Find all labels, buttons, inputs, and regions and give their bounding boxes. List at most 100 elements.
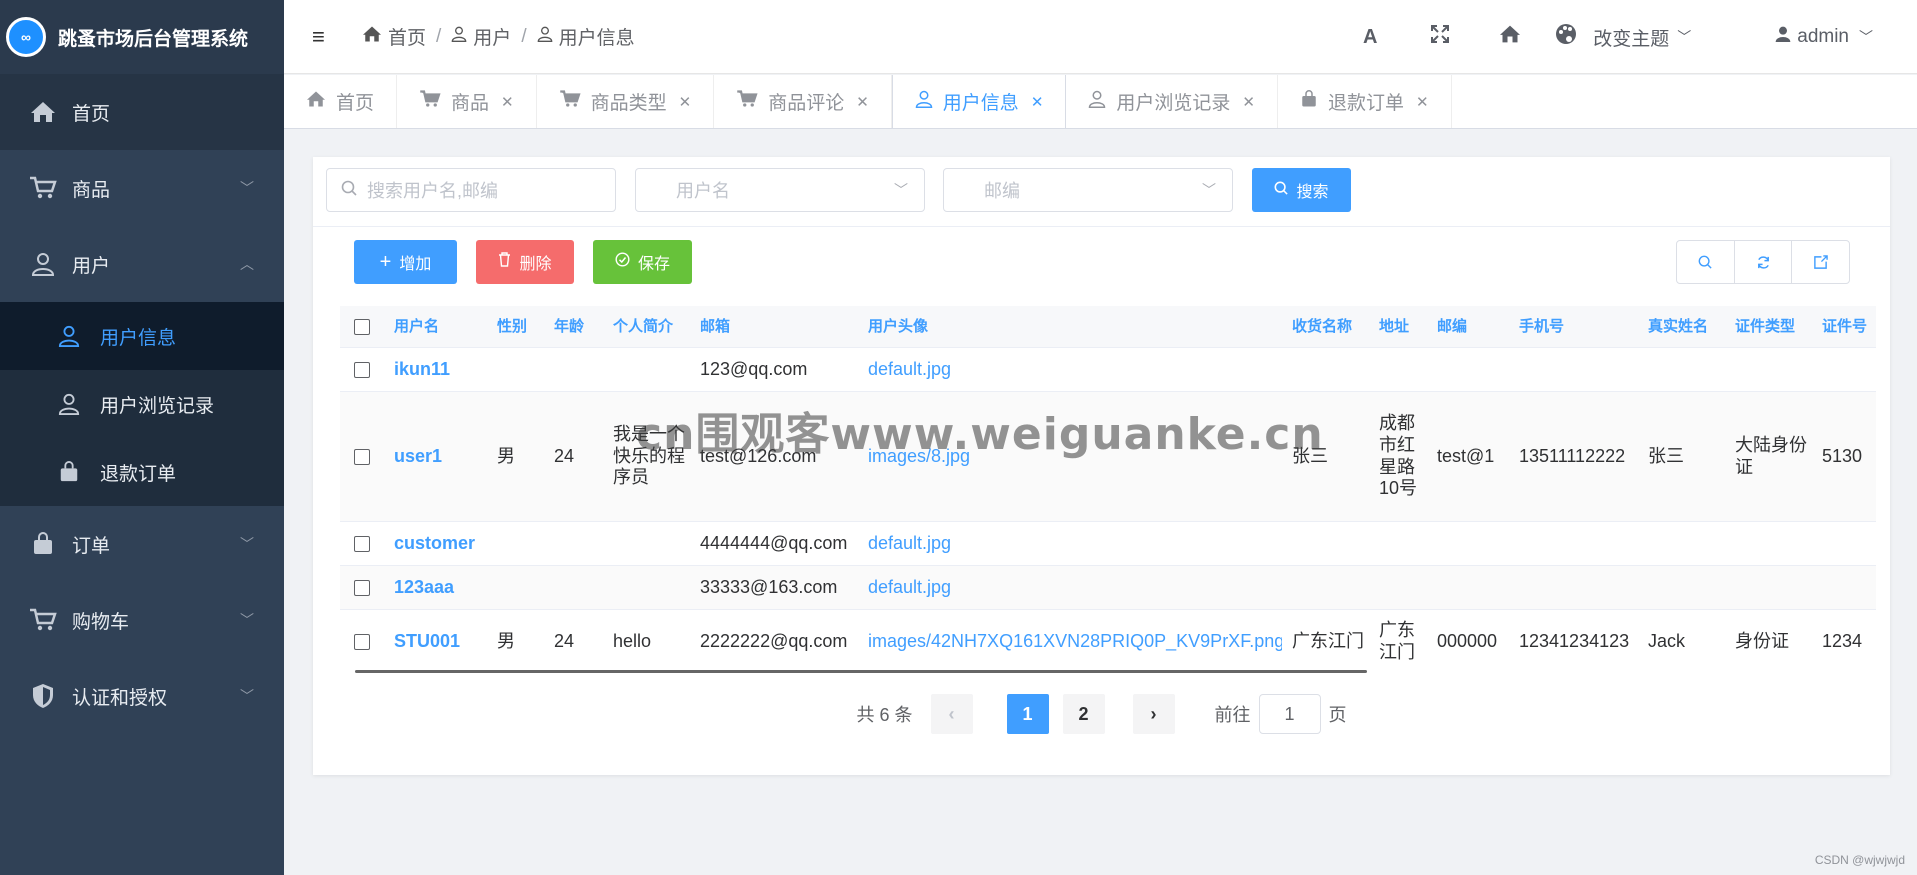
page-1-button[interactable]: 1: [1006, 694, 1049, 734]
cart-icon: [28, 175, 58, 201]
keyword-search-input[interactable]: 搜索用户名,邮编: [326, 168, 616, 212]
zipcode-select[interactable]: 邮编 ﹀: [943, 168, 1233, 212]
breadcrumb-user[interactable]: 用户: [473, 23, 511, 50]
delete-button[interactable]: 删除: [476, 240, 574, 284]
user-dropdown[interactable]: admin ﹀: [1775, 25, 1873, 49]
column-header[interactable]: 邮箱: [690, 318, 858, 336]
tab-goods[interactable]: 商品 ✕: [397, 75, 537, 128]
add-button[interactable]: + 增加: [354, 240, 457, 284]
tab-user-info[interactable]: 用户信息 ✕: [891, 75, 1067, 128]
fullscreen-icon[interactable]: [1405, 25, 1475, 49]
sidebar-item-user[interactable]: 用户 ︿: [0, 226, 284, 302]
table-row[interactable]: customer 4444444@qq.com default.jpg: [340, 522, 1876, 566]
cell-id-type: 身份证: [1735, 631, 1789, 652]
close-icon[interactable]: ✕: [1242, 93, 1255, 111]
theme-dropdown[interactable]: 改变主题 ﹀: [1555, 23, 1691, 51]
search-button[interactable]: 搜索: [1252, 168, 1351, 212]
sidebar-item-label: 购物车: [72, 611, 130, 633]
cell-avatar-link[interactable]: default.jpg: [858, 577, 1282, 599]
tab-goods-type[interactable]: 商品类型 ✕: [537, 75, 715, 128]
username-select[interactable]: 用户名 ﹀: [635, 168, 925, 212]
column-header[interactable]: 个人简介: [603, 318, 690, 336]
sidebar-item-goods[interactable]: 商品 ﹀: [0, 150, 284, 226]
row-checkbox[interactable]: [354, 535, 370, 552]
font-size-icon[interactable]: A: [1335, 26, 1405, 49]
home-icon: [362, 25, 382, 49]
column-header[interactable]: 用户名: [384, 318, 487, 336]
export-icon[interactable]: [1792, 241, 1849, 283]
tab-browse-history[interactable]: 用户浏览记录 ✕: [1066, 75, 1278, 128]
cell-avatar-link[interactable]: default.jpg: [858, 533, 1282, 555]
prev-page-button[interactable]: ‹: [930, 694, 973, 734]
table-horizontal-scrollbar[interactable]: [355, 670, 1367, 673]
row-checkbox[interactable]: [354, 579, 370, 596]
column-header[interactable]: 年龄: [544, 318, 603, 336]
chevron-down-icon: ﹀: [240, 688, 254, 704]
column-header[interactable]: 性别: [487, 318, 544, 336]
tab-home[interactable]: 首页: [284, 75, 398, 128]
tab-refund-orders[interactable]: 退款订单 ✕: [1278, 75, 1452, 128]
user-table: 用户名 性别 年龄 个人简介 邮箱 用户头像 收货名称 地址 邮编 手机号 真实…: [340, 306, 1876, 674]
chevron-down-icon: ﹀: [240, 536, 254, 552]
hamburger-icon[interactable]: ≡: [312, 24, 352, 50]
close-icon[interactable]: ✕: [1416, 93, 1429, 111]
column-header[interactable]: 地址: [1369, 318, 1427, 336]
logo[interactable]: ∞ 跳蚤市场后台管理系统: [0, 0, 284, 74]
column-header[interactable]: 真实姓名: [1638, 318, 1725, 336]
user-label: admin: [1797, 26, 1849, 47]
table-row[interactable]: 123aaa 33333@163.com default.jpg: [340, 566, 1876, 610]
sidebar-item-shopping-cart[interactable]: 购物车 ﹀: [0, 582, 284, 658]
table-row[interactable]: ikun11 123@qq.com default.jpg: [340, 348, 1876, 392]
sidebar-item-home[interactable]: 首页: [0, 74, 284, 150]
chevron-down-icon: ﹀: [1677, 29, 1692, 45]
refresh-icon[interactable]: [1735, 241, 1793, 283]
username-placeholder: 用户名: [676, 181, 730, 201]
column-header[interactable]: 证件号: [1812, 318, 1876, 336]
sidebar-subitem-browse-history[interactable]: 用户浏览记录: [0, 370, 284, 438]
cell-email: 2222222@qq.com: [700, 631, 848, 652]
credit-text: CSDN @wjwjwjd: [1814, 853, 1905, 867]
cell-avatar-link[interactable]: images/42NH7XQ161XVN28PRIQ0P_KV9PrXF.png: [858, 631, 1282, 653]
add-button-label: 增加: [399, 256, 432, 273]
tab-label: 用户浏览记录: [1116, 93, 1231, 114]
close-icon[interactable]: ✕: [856, 93, 869, 111]
breadcrumb-home[interactable]: 首页: [388, 23, 426, 50]
cart-icon: [559, 89, 581, 114]
sidebar-item-label: 认证和授权: [72, 687, 168, 709]
goto-page-input[interactable]: 1: [1258, 694, 1321, 734]
close-icon[interactable]: ✕: [1031, 93, 1044, 111]
home-icon[interactable]: [1475, 24, 1545, 50]
page-2-button[interactable]: 2: [1062, 694, 1105, 734]
user-icon: [451, 25, 467, 49]
user-icon: [537, 25, 553, 49]
row-checkbox[interactable]: [354, 361, 370, 378]
sidebar-subitem-user-info[interactable]: 用户信息: [0, 302, 284, 370]
cell-age: 24: [554, 445, 575, 466]
next-page-button[interactable]: ›: [1132, 694, 1175, 734]
column-header[interactable]: 手机号: [1509, 318, 1638, 336]
column-header[interactable]: 邮编: [1427, 318, 1509, 336]
row-checkbox[interactable]: [354, 448, 370, 465]
column-header[interactable]: 用户头像: [858, 318, 1282, 336]
cell-phone: 13511112222: [1519, 445, 1626, 466]
row-checkbox[interactable]: [354, 634, 370, 650]
select-all-checkbox[interactable]: [354, 318, 370, 335]
save-button[interactable]: 保存: [593, 240, 692, 284]
shield-icon: [28, 683, 58, 709]
chevron-down-icon: ﹀: [1202, 182, 1216, 198]
sidebar-item-orders[interactable]: 订单 ﹀: [0, 506, 284, 582]
column-header[interactable]: 证件类型: [1725, 318, 1812, 336]
table-row[interactable]: STU001 男 24 hello 2222222@qq.com images/…: [340, 610, 1876, 674]
check-circle-icon: [615, 252, 630, 272]
user-icon: [915, 90, 933, 114]
cell-zipcode: test@1: [1437, 445, 1495, 466]
column-header[interactable]: 收货名称: [1282, 318, 1369, 336]
header-actions: A 改变主题 ﹀ admin ﹀: [1335, 0, 1917, 74]
close-icon[interactable]: ✕: [501, 93, 514, 111]
sidebar-item-auth[interactable]: 认证和授权 ﹀: [0, 658, 284, 734]
close-icon[interactable]: ✕: [679, 93, 692, 111]
toggle-search-icon[interactable]: [1677, 241, 1735, 283]
tab-goods-review[interactable]: 商品评论 ✕: [714, 75, 892, 128]
sidebar-subitem-refund-orders[interactable]: 退款订单: [0, 438, 284, 506]
cell-avatar-link[interactable]: default.jpg: [858, 359, 1282, 381]
